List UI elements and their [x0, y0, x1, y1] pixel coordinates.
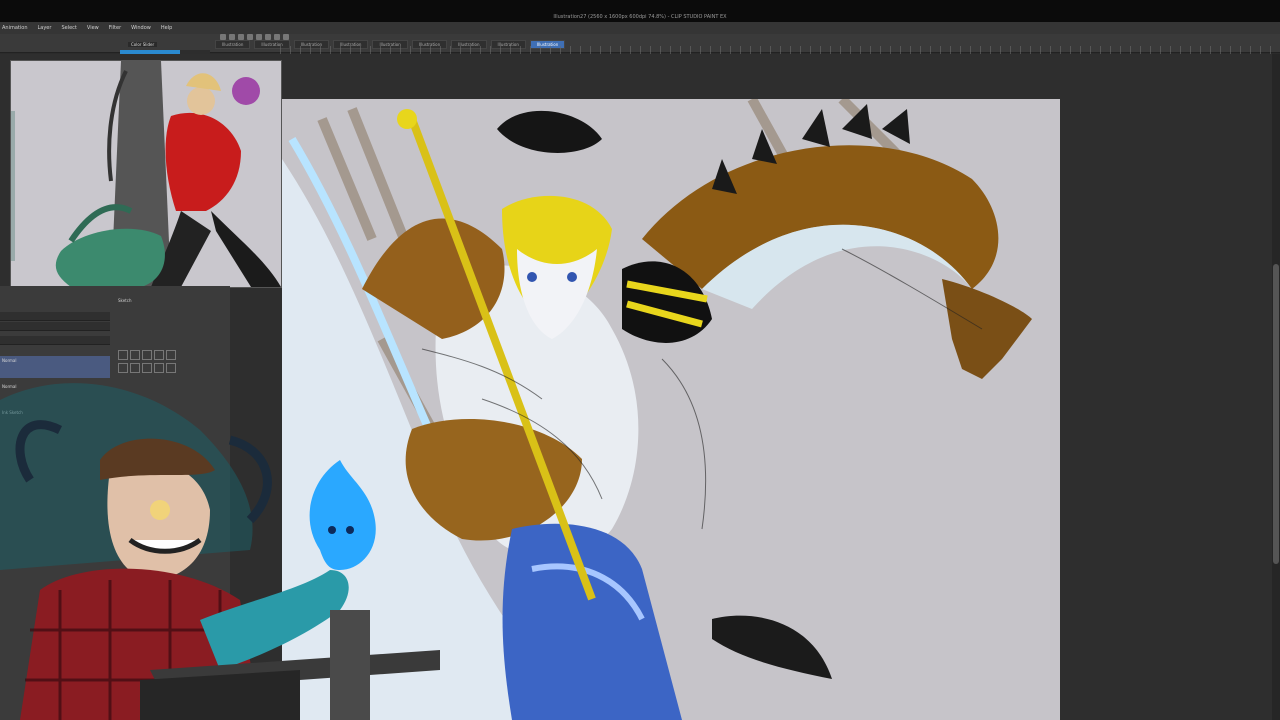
- reference-preview[interactable]: [10, 60, 282, 288]
- panel-label: Color Slider: [128, 42, 158, 47]
- scrollbar-thumb[interactable]: [1273, 264, 1279, 564]
- doc-tab[interactable]: Illustration: [215, 40, 251, 49]
- layer-row[interactable]: [0, 322, 110, 331]
- streamer-overlay: [0, 370, 440, 720]
- tool-icon[interactable]: [130, 350, 140, 360]
- vertical-scrollbar[interactable]: [1272, 54, 1280, 720]
- tool-icon[interactable]: [142, 350, 152, 360]
- menu-bar: Animation Layer Select View Filter Windo…: [0, 22, 1280, 34]
- app-title: Illustration27 (2560 x 1600px 600dpi 74.…: [553, 14, 727, 20]
- layer-row[interactable]: [0, 312, 110, 321]
- menu-animation[interactable]: Animation: [2, 25, 28, 31]
- menu-layer[interactable]: Layer: [38, 25, 52, 31]
- panel-header: Sketch: [118, 298, 132, 303]
- tool-icon[interactable]: [154, 350, 164, 360]
- ruler: [280, 46, 1280, 54]
- layer-name: Normal: [2, 358, 17, 363]
- menu-help[interactable]: Help: [161, 25, 172, 31]
- layer-row[interactable]: [0, 336, 110, 345]
- color-slider-fill: [120, 50, 180, 54]
- menu-window[interactable]: Window: [131, 25, 151, 31]
- menu-select[interactable]: Select: [61, 25, 76, 31]
- menu-view[interactable]: View: [87, 25, 99, 31]
- avatar-illustration: [0, 383, 440, 720]
- tool-icon[interactable]: [166, 350, 176, 360]
- tool-icon[interactable]: [118, 350, 128, 360]
- menu-filter[interactable]: Filter: [109, 25, 121, 31]
- reference-artwork: [11, 61, 281, 287]
- color-slider[interactable]: [120, 50, 210, 54]
